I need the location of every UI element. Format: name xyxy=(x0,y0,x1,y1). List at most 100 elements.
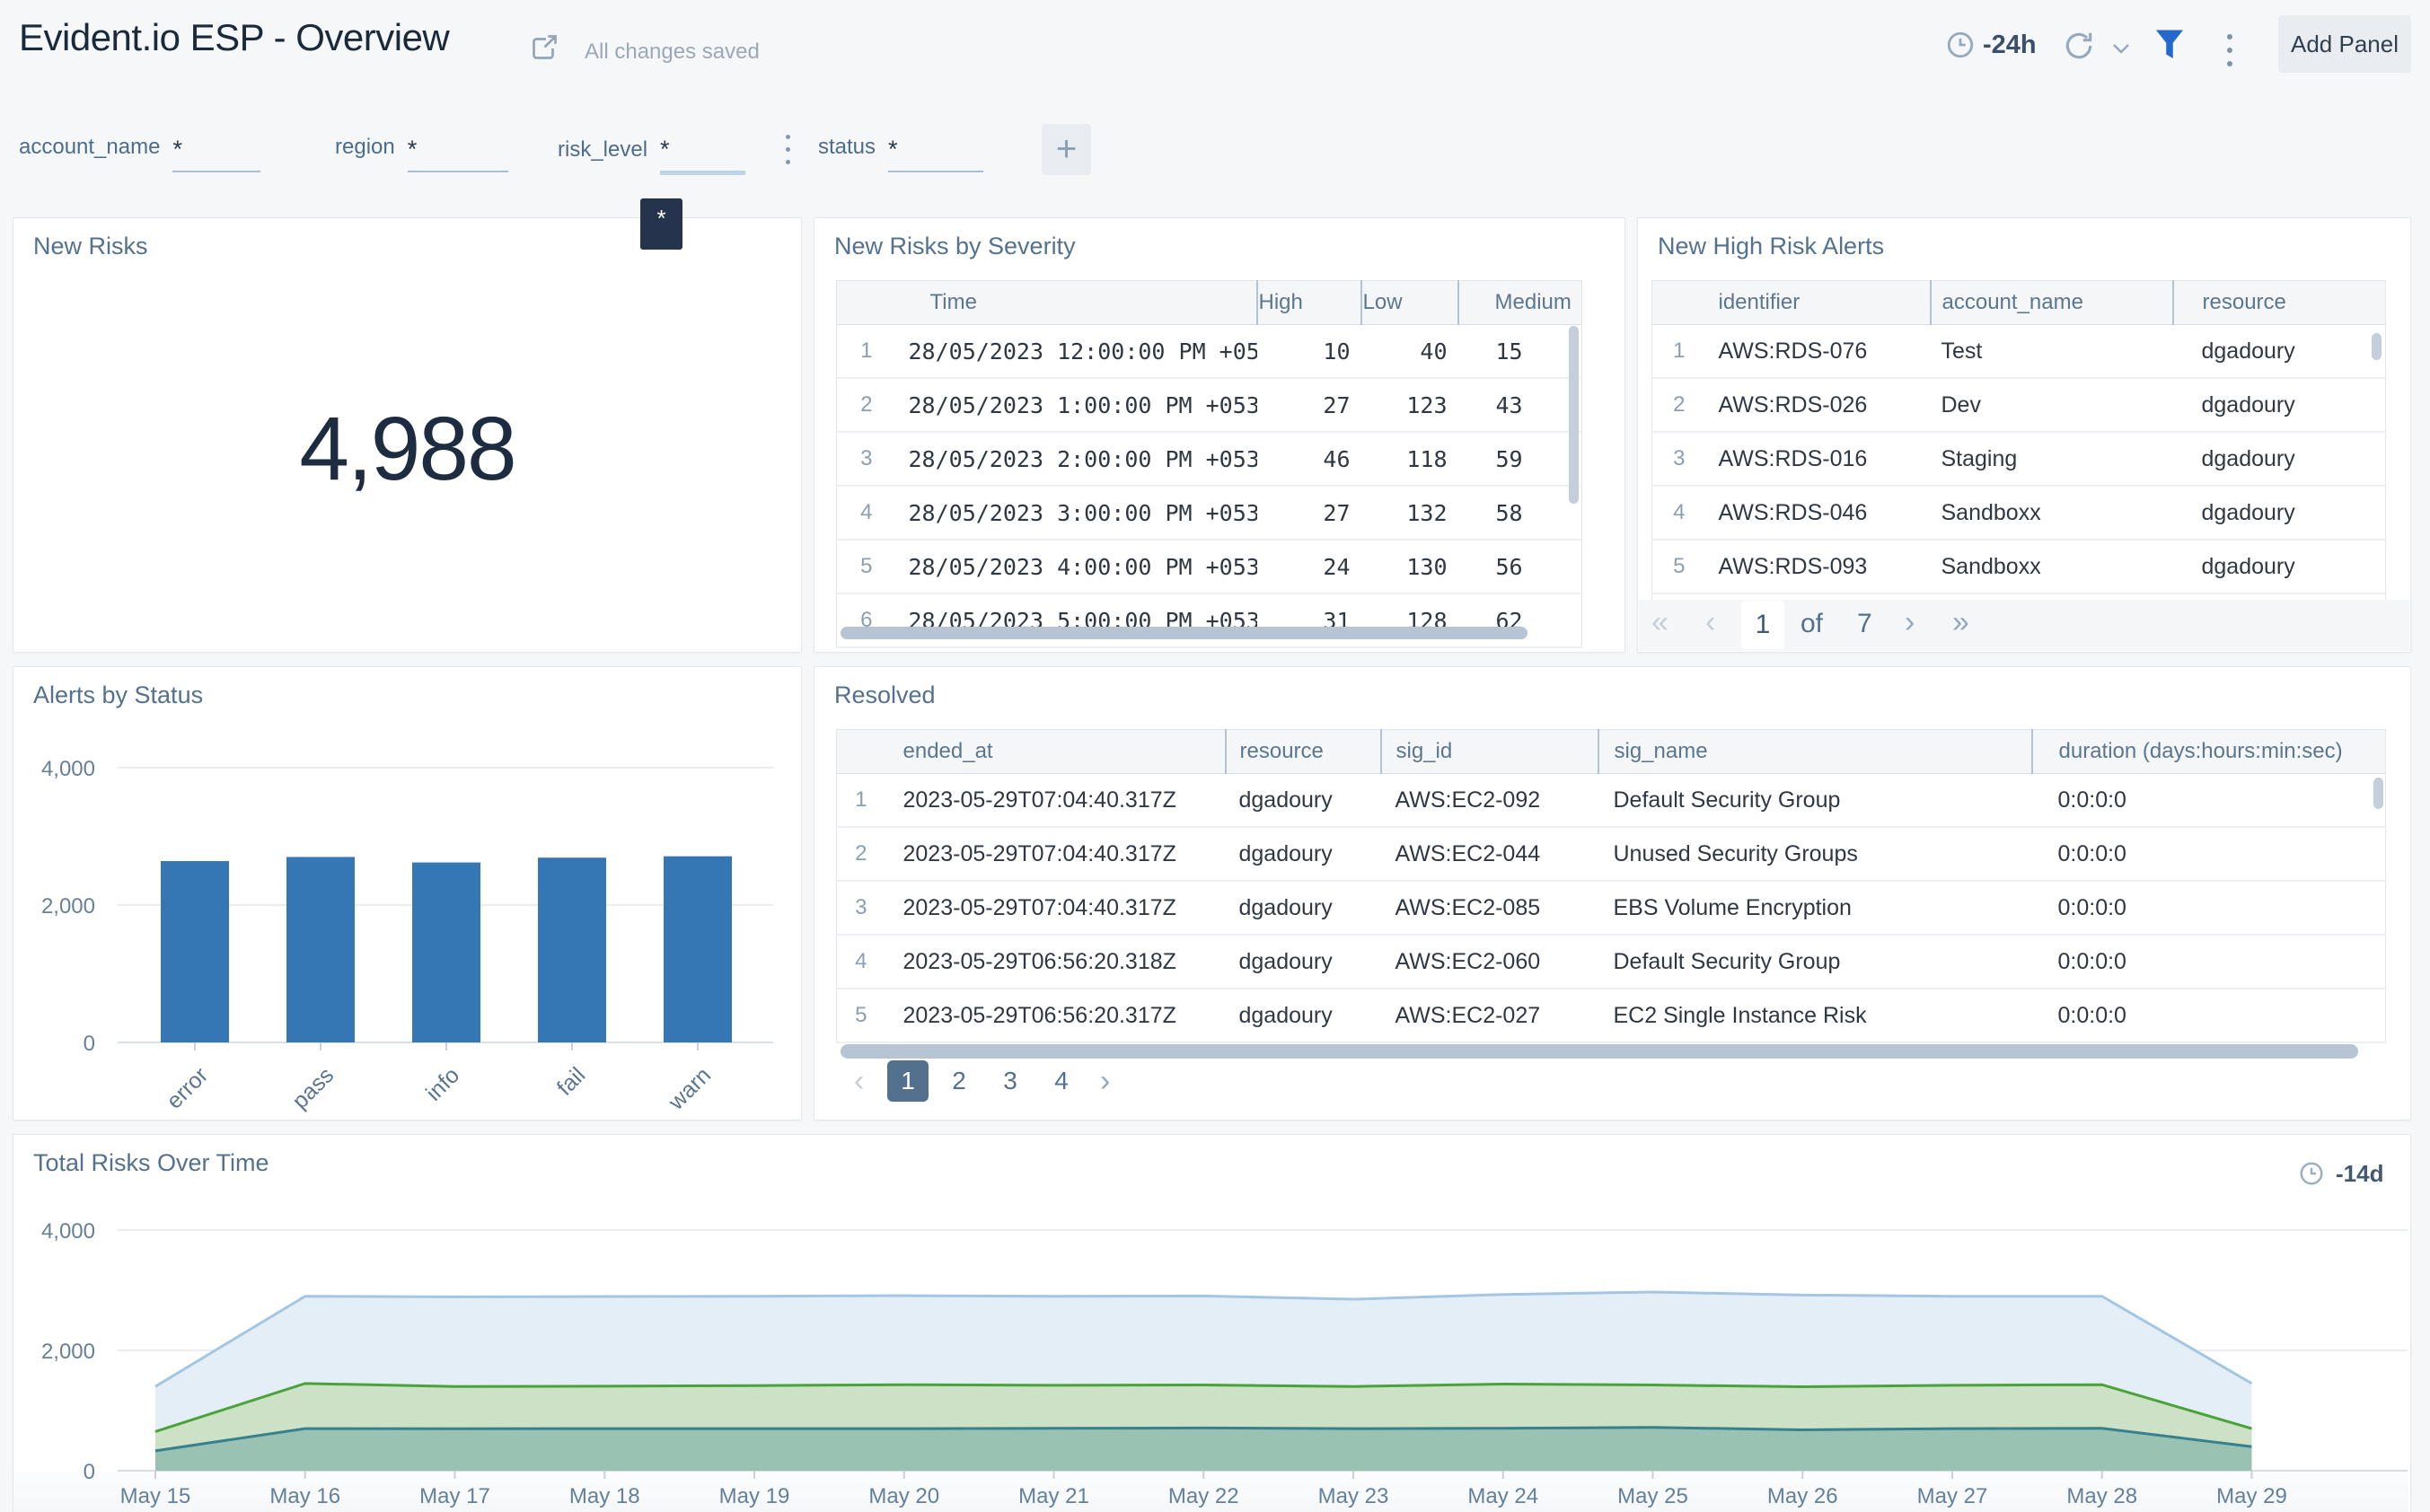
page-button[interactable]: 2 xyxy=(938,1060,980,1102)
table-cell: AWS:RDS-026 xyxy=(1705,378,1931,433)
add-panel-button[interactable]: Add Panel xyxy=(2278,15,2411,73)
current-page-input[interactable]: 1 xyxy=(1741,601,1784,649)
column-header[interactable]: sig_name xyxy=(1597,729,2032,774)
svg-text:May 18: May 18 xyxy=(569,1484,640,1508)
bar-chart: 0 2,000 4,000 error pass info fail warn xyxy=(41,757,773,1115)
column-header[interactable]: Low xyxy=(1360,280,1458,325)
column-header[interactable]: identifier xyxy=(1705,280,1931,325)
column-header[interactable]: sig_id xyxy=(1379,729,1598,774)
last-page-icon[interactable]: » xyxy=(1952,605,1969,640)
horizontal-scrollbar[interactable] xyxy=(841,1044,2358,1059)
column-header[interactable]: High xyxy=(1255,280,1361,325)
panel-new-risks: New Risks 4,988 xyxy=(13,217,802,653)
page-button[interactable]: 3 xyxy=(990,1060,1031,1102)
page-button[interactable]: 4 xyxy=(1041,1060,1082,1102)
clock-icon[interactable] xyxy=(1945,30,1976,65)
column-header[interactable]: Time xyxy=(895,280,1257,325)
table-cell: Default Security Group xyxy=(1598,773,2032,828)
area-chart: 0 2,000 4,000 May 15 May 16 May 17 May 18 May 1… xyxy=(13,1219,2408,1512)
total-pages: 7 xyxy=(1857,609,1872,638)
resolved-table: ended_at resource sig_id sig_name durati… xyxy=(836,729,2386,1043)
svg-text:May 21: May 21 xyxy=(1018,1484,1089,1508)
account-name-input[interactable]: * xyxy=(172,131,261,172)
vertical-scrollbar[interactable] xyxy=(2373,778,2383,809)
suggestion-popup[interactable]: * xyxy=(640,198,682,250)
chevron-down-icon[interactable] xyxy=(2110,41,2132,60)
table-cell: AWS:RDS-093 xyxy=(1705,540,1931,594)
svg-text:May 19: May 19 xyxy=(719,1484,790,1508)
panel-total-risks-over-time: Total Risks Over Time -14d 0 2,000 4,000 Ma… xyxy=(13,1134,2411,1512)
filter-control-status: status * xyxy=(818,131,984,172)
svg-text:info: info xyxy=(421,1062,464,1105)
svg-text:May 22: May 22 xyxy=(1168,1484,1239,1508)
kebab-menu-icon[interactable] xyxy=(2227,34,2232,66)
panel-new-risks-by-severity: New Risks by Severity Time High Low Medi… xyxy=(814,217,1625,653)
table-cell: AWS:EC2-060 xyxy=(1380,935,1598,989)
next-page-icon[interactable]: › xyxy=(1905,605,1915,640)
page-button-active[interactable]: 1 xyxy=(887,1060,929,1102)
table-row: 3 28/05/2023 2:00:00 PM +0530 46 118 59 xyxy=(836,432,1582,487)
next-page-icon[interactable]: › xyxy=(1100,1064,1110,1099)
table-cell: 31 xyxy=(1256,593,1361,648)
table-cell: AWS:RDS-086 xyxy=(1705,593,1931,600)
table-cell: 123 xyxy=(1360,378,1458,433)
table-cell: 15 xyxy=(1457,324,1582,379)
share-icon[interactable] xyxy=(527,32,559,69)
add-filter-button[interactable]: + xyxy=(1042,124,1091,175)
severity-table: Time High Low Medium 1 28/05/2023 12:00:0… xyxy=(836,280,1582,648)
vertical-scrollbar[interactable] xyxy=(2372,333,2382,360)
svg-text:May 26: May 26 xyxy=(1767,1484,1838,1508)
panel-alerts-by-status: Alerts by Status 0 2,000 4,000 error pass inf… xyxy=(13,666,802,1121)
panel-title: Resolved xyxy=(834,681,936,708)
metric-value: 4,988 xyxy=(299,399,516,499)
table-cell: Test xyxy=(1930,324,2173,379)
page-title: Evident.io ESP - Overview xyxy=(19,16,450,58)
table-cell: 40 xyxy=(1360,324,1458,379)
prev-page-icon[interactable]: ‹ xyxy=(1705,605,1715,640)
filter-funnel-icon[interactable] xyxy=(2153,25,2186,69)
table-cell: 0:0:0:0 xyxy=(2031,989,2386,1043)
table-cell: 2023-05-29T07:04:40.317Z xyxy=(885,881,1226,936)
table-cell: EC2 Single Instance Risk xyxy=(1598,989,2032,1043)
high-risk-table: identifier account_name resource 1 AWS:RD… xyxy=(1651,280,2386,600)
table-cell: 43 xyxy=(1457,378,1582,433)
table-cell: 28/05/2023 3:00:00 PM +0530 xyxy=(895,486,1257,541)
panel-title: Total Risks Over Time xyxy=(33,1149,269,1176)
time-range-label[interactable]: -24h xyxy=(1983,31,2037,60)
refresh-icon[interactable] xyxy=(2062,29,2096,67)
table-cell: 28/05/2023 1:00:00 PM +0530 xyxy=(895,378,1257,433)
table-cell: 0:0:0:0 xyxy=(2031,827,2386,882)
column-header[interactable]: resource xyxy=(1224,729,1381,774)
region-input[interactable]: * xyxy=(407,131,508,172)
table-cell: AWS:RDS-046 xyxy=(1705,486,1931,541)
risk-level-input[interactable]: * xyxy=(660,131,746,175)
table-cell: dgadoury xyxy=(1225,773,1381,828)
column-header[interactable]: resource xyxy=(2171,280,2386,325)
svg-text:fail: fail xyxy=(552,1062,590,1100)
table-cell: 56 xyxy=(1457,540,1582,594)
filter-label: account_name xyxy=(19,135,161,159)
table-cell: dgadoury xyxy=(2172,324,2386,379)
filter-control-account-name: account_name * xyxy=(19,131,261,172)
column-header[interactable]: ended_at xyxy=(885,729,1226,774)
autosave-status: All changes saved xyxy=(585,40,760,64)
table-cell: 128 xyxy=(1360,593,1458,648)
column-header[interactable]: duration (days:hours:min:sec) xyxy=(2030,729,2386,774)
table-cell: Staging xyxy=(1930,593,2173,600)
panel-new-high-risk-alerts: New High Risk Alerts identifier account_… xyxy=(1637,217,2411,653)
table-row: 2 28/05/2023 1:00:00 PM +0530 27 123 43 xyxy=(836,378,1582,433)
table-cell: Sandboxx xyxy=(1930,540,2173,594)
table-cell: 0:0:0:0 xyxy=(2031,935,2386,989)
column-header[interactable]: Medium xyxy=(1457,280,1582,325)
prev-page-icon[interactable]: ‹ xyxy=(854,1064,864,1099)
status-input[interactable]: * xyxy=(888,131,984,172)
table-row: 1 28/05/2023 12:00:00 PM +0530 10 40 15 xyxy=(836,324,1582,379)
first-page-icon[interactable]: « xyxy=(1651,605,1668,640)
svg-text:pass: pass xyxy=(287,1062,339,1113)
vertical-scrollbar[interactable] xyxy=(1569,326,1579,504)
panel-title: New Risks xyxy=(33,233,148,259)
column-header[interactable]: account_name xyxy=(1929,280,2173,325)
filter-drag-handle-icon[interactable] xyxy=(786,135,790,164)
table-row: 1 AWS:RDS-076 Test dgadoury xyxy=(1651,324,2386,379)
horizontal-scrollbar[interactable] xyxy=(841,627,1528,639)
